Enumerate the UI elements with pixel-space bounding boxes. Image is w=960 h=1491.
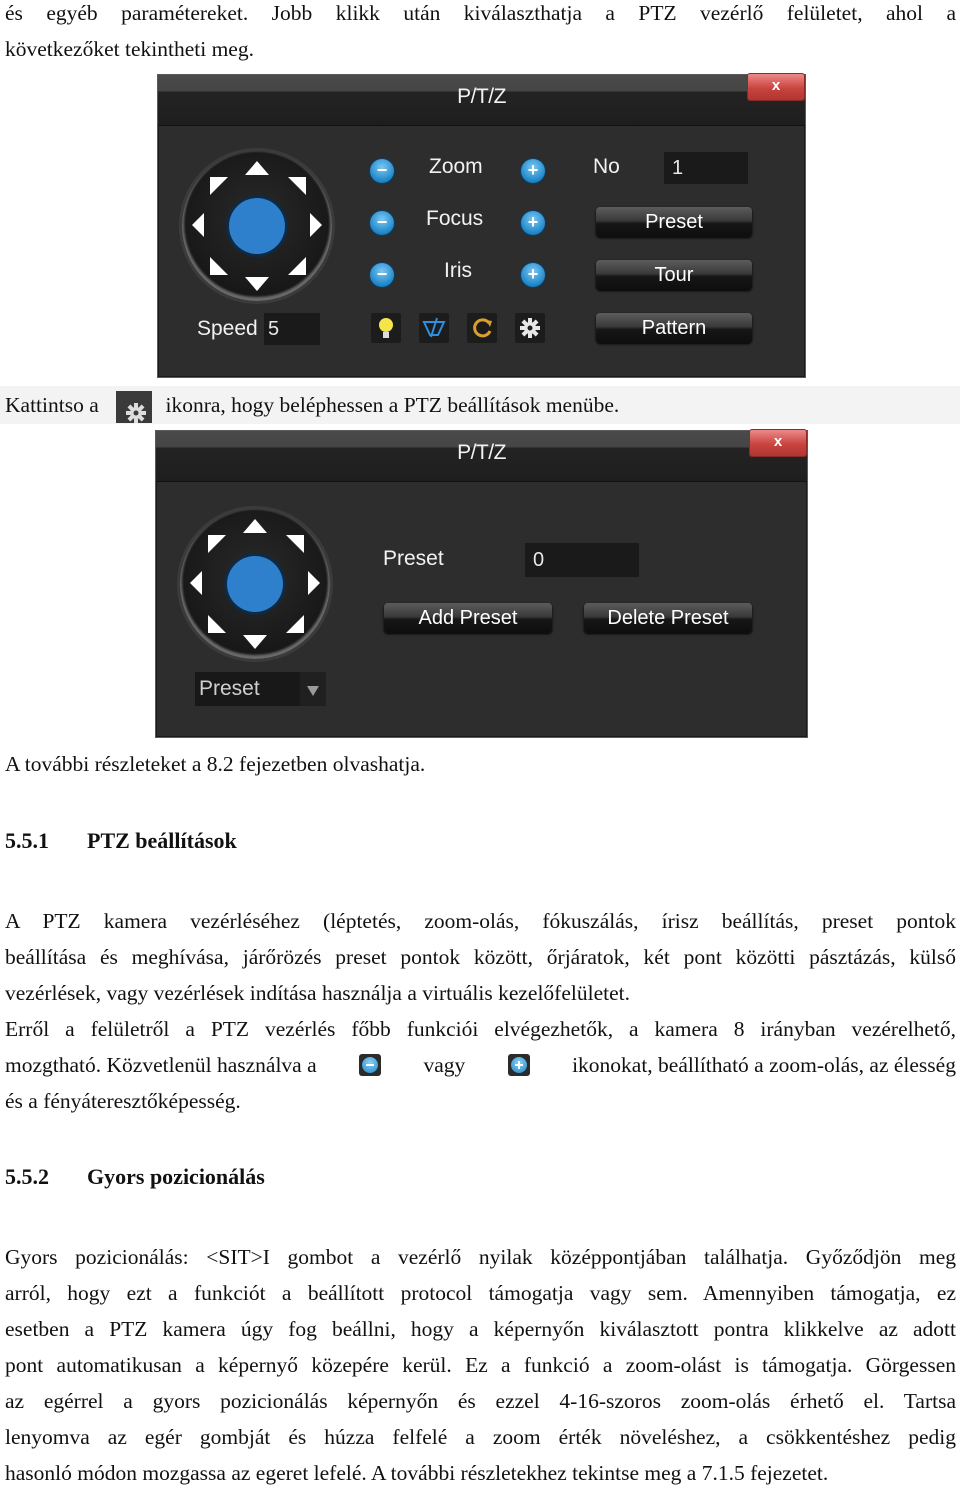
no-input[interactable]: 1 — [664, 152, 748, 184]
instruction-line: Kattintso a ikonra, hogy beléphessen a P… — [5, 388, 620, 424]
intro-paragraph: és egyéb paramétereket. Jobb klikk után … — [5, 0, 956, 67]
ptz-title: P/T/Z — [457, 441, 506, 464]
section-heading-551: 5.5.1 PTZ beállítások — [5, 828, 237, 854]
speed-label: Speed — [197, 317, 258, 340]
text-line: vezérlések, vagy vezérlések indítása has… — [5, 981, 630, 1005]
section-552-paragraph: Gyors pozicionálás: <SIT>I gombot a vezé… — [5, 1239, 956, 1491]
speed-input[interactable]: 5 — [264, 313, 320, 345]
text-line: Erről a felületről a PTZ vezérlés főbb f… — [5, 1017, 956, 1041]
center-sit-button[interactable] — [229, 198, 285, 254]
tour-button[interactable]: Tour — [596, 260, 752, 290]
section-heading-552: 5.5.2 Gyors pozicionálás — [5, 1164, 265, 1190]
ptz-title: P/T/Z — [457, 85, 506, 108]
text-line: következőket tekintheti meg. — [5, 37, 254, 61]
text-line-with-icons: mozgtható. Közvetlenül használva a vagy … — [5, 1047, 956, 1083]
text-line: arról, hogy ezt a funkciót a beállított … — [5, 1281, 956, 1305]
arrow-up-left-icon[interactable] — [208, 535, 226, 553]
wiper-button[interactable] — [419, 313, 449, 343]
arrow-right-icon[interactable] — [308, 571, 320, 595]
direction-pad[interactable] — [180, 509, 330, 659]
auto-rotate-icon — [473, 318, 492, 338]
preset-input[interactable]: 0 — [525, 543, 639, 577]
preset-label: Preset — [383, 547, 444, 570]
zoom-minus-button[interactable]: − — [370, 159, 394, 183]
text-line: hasonló módon mozgassa az egeret lefelé.… — [5, 1461, 829, 1485]
section-title: Gyors pozicionálás — [87, 1164, 265, 1189]
center-sit-button[interactable] — [227, 556, 283, 612]
text-line: az egérrel a gyors pozicionálás képernyő… — [5, 1389, 956, 1413]
text-line: beállítása és meghívása, járőrözés prese… — [5, 945, 956, 969]
focus-plus-button[interactable]: + — [521, 211, 545, 235]
text-line: A PTZ kamera vezérléséhez (léptetés, zoo… — [5, 909, 956, 933]
settings-gear-icon — [116, 391, 153, 424]
iris-label: Iris — [444, 259, 472, 282]
iris-plus-button[interactable]: + — [521, 263, 545, 287]
add-preset-button[interactable]: Add Preset — [384, 603, 552, 633]
focus-label: Focus — [426, 207, 484, 230]
section-number: 5.5.1 — [5, 828, 49, 853]
text-line: és a fényáteresztőképesség. — [5, 1089, 241, 1113]
light-bulb-icon — [379, 318, 393, 338]
text-line: Gyors pozicionálás: <SIT>I gombot a vezé… — [5, 1245, 956, 1269]
text-line: és egyéb paramétereket. Jobb klikk után … — [5, 1, 956, 25]
arrow-up-icon[interactable] — [243, 519, 267, 533]
preset-button[interactable]: Preset — [596, 207, 752, 237]
close-button[interactable]: x — [749, 429, 807, 457]
iris-minus-button[interactable]: − — [370, 263, 394, 287]
section-number: 5.5.2 — [5, 1164, 49, 1189]
arrow-left-icon[interactable] — [192, 213, 204, 237]
arrow-up-left-icon[interactable] — [210, 177, 228, 195]
pattern-button[interactable]: Pattern — [596, 313, 752, 343]
zoom-label: Zoom — [429, 155, 483, 178]
close-button[interactable]: x — [747, 73, 805, 101]
ptz-settings-screenshot: P/T/Z x Preset Preset 0 Add Preset Delet… — [155, 429, 808, 738]
text-fragment: vagy — [423, 1053, 466, 1077]
delete-preset-button[interactable]: Delete Preset — [584, 603, 752, 633]
section-551-paragraph-1: A PTZ kamera vezérléséhez (léptetés, zoo… — [5, 903, 956, 1011]
auto-rotate-button[interactable] — [467, 313, 497, 343]
wiper-icon — [422, 317, 446, 338]
arrow-down-icon[interactable] — [245, 277, 269, 291]
arrow-right-icon[interactable] — [310, 213, 322, 237]
text-fragment: ikonokat, beállítható a zoom-olás, az él… — [572, 1053, 956, 1077]
settings-gear-icon — [520, 318, 540, 338]
focus-minus-button[interactable]: − — [370, 211, 394, 235]
light-button[interactable] — [371, 313, 401, 343]
text-line: esetben a PTZ kamera úgy fog beállni, ho… — [5, 1317, 956, 1341]
zoom-plus-button[interactable]: + — [521, 159, 545, 183]
text-fragment: mozgtható. Közvetlenül használva a — [5, 1053, 317, 1077]
more-details-text: A további részleteket a 8.2 fejezetben o… — [5, 752, 426, 776]
ptz-control-screenshot: P/T/Z x Speed 5 − Zoom + − Focus + − Iri… — [157, 73, 806, 378]
settings-button[interactable] — [515, 313, 545, 343]
arrow-up-right-icon[interactable] — [286, 535, 304, 553]
mode-select[interactable]: Preset — [195, 672, 326, 706]
instruction-text-before: Kattintso a — [5, 393, 99, 417]
plus-icon — [507, 1054, 530, 1076]
no-label: No — [593, 155, 620, 178]
ptz-titlebar: P/T/Z — [156, 431, 807, 482]
instruction-text-after: ikonra, hogy beléphessen a PTZ beállítás… — [165, 393, 620, 417]
arrow-left-icon[interactable] — [190, 571, 202, 595]
arrow-down-left-icon[interactable] — [210, 257, 228, 275]
ptz-titlebar: P/T/Z — [158, 75, 805, 126]
direction-pad[interactable] — [182, 151, 332, 301]
text-line: lenyomva az egér gombját és húzza felfel… — [5, 1425, 956, 1449]
arrow-down-right-icon[interactable] — [288, 257, 306, 275]
arrow-up-icon[interactable] — [245, 161, 269, 175]
arrow-down-left-icon[interactable] — [208, 615, 226, 633]
section-551-paragraph-2: Erről a felületről a PTZ vezérlés főbb f… — [5, 1011, 956, 1119]
arrow-down-icon[interactable] — [243, 635, 267, 649]
mode-select-value: Preset — [199, 677, 260, 700]
chevron-down-icon — [300, 672, 326, 706]
minus-icon — [359, 1054, 382, 1076]
arrow-up-right-icon[interactable] — [288, 177, 306, 195]
section-title: PTZ beállítások — [87, 828, 237, 853]
arrow-down-right-icon[interactable] — [286, 615, 304, 633]
text-line: pont automatikusan a képernyő közepére k… — [5, 1353, 956, 1377]
